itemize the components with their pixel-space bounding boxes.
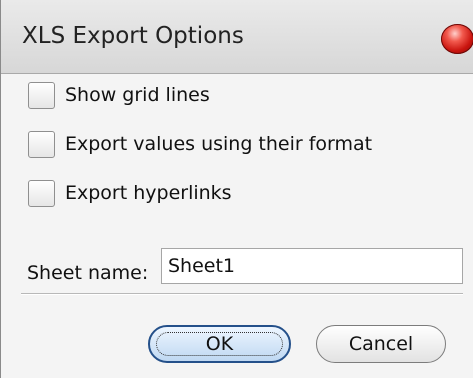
- separator: [21, 293, 463, 295]
- xls-export-dialog: XLS Export Options Show grid lines Expor…: [0, 0, 473, 378]
- focus-ring: [156, 332, 283, 356]
- export-values-format-label: Export values using their format: [65, 133, 373, 155]
- ok-button[interactable]: OK: [148, 325, 291, 363]
- export-values-format-checkbox[interactable]: [28, 130, 55, 158]
- option-export-hyperlinks[interactable]: Export hyperlinks: [28, 177, 232, 209]
- export-hyperlinks-label: Export hyperlinks: [65, 182, 232, 204]
- sheet-name-input[interactable]: [161, 248, 463, 284]
- cancel-button-label: Cancel: [348, 333, 414, 355]
- show-grid-lines-checkbox[interactable]: [28, 81, 55, 109]
- sheet-name-label: Sheet name:: [27, 262, 149, 284]
- cancel-button[interactable]: Cancel: [316, 325, 446, 363]
- option-export-values-format[interactable]: Export values using their format: [28, 128, 372, 160]
- export-hyperlinks-checkbox[interactable]: [28, 179, 55, 207]
- close-icon[interactable]: [441, 24, 473, 54]
- titlebar: XLS Export Options: [1, 0, 473, 74]
- show-grid-lines-label: Show grid lines: [65, 84, 210, 106]
- dialog-title: XLS Export Options: [22, 23, 244, 49]
- option-show-grid-lines[interactable]: Show grid lines: [28, 79, 210, 111]
